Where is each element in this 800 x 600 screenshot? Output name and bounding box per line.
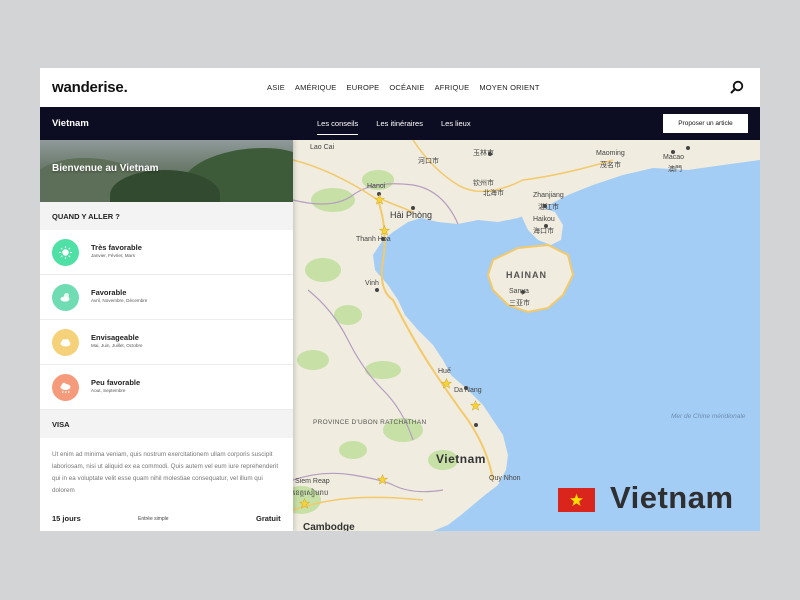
cloud-icon	[52, 329, 79, 356]
season-item: Peu favorable Aout, Septembre	[40, 365, 293, 410]
nav-item-moyen-orient[interactable]: MOYEN ORIENT	[479, 83, 539, 92]
favorite-star-icon[interactable]	[299, 498, 310, 509]
nav-item-afrique[interactable]: AFRIQUE	[435, 83, 470, 92]
main-nav: ASIE AMÉRIQUE EUROPE OCÉANIE AFRIQUE MOY…	[267, 83, 540, 92]
tab-lieux[interactable]: Les lieux	[441, 119, 471, 132]
tab-itineraires[interactable]: Les itinéraires	[376, 119, 423, 132]
season-name: Très favorable	[91, 243, 142, 252]
map-label-maoming-cn: 茂名市	[600, 162, 621, 169]
nav-item-oceanie[interactable]: OCÉANIE	[389, 83, 424, 92]
map-label-cambodia: Cambodge	[303, 522, 355, 531]
map-label-haikou: Haikou	[533, 216, 555, 223]
season-name: Peu favorable	[91, 378, 141, 387]
visa-title: VISA	[52, 420, 70, 429]
country-name-overlay: Vietnam	[610, 480, 734, 515]
map-label-maoming: Maoming	[596, 150, 625, 157]
map-label-yulin: 玉林市	[473, 150, 494, 157]
propose-article-button[interactable]: Proposer un article	[663, 114, 748, 133]
rain-cloud-icon	[52, 374, 79, 401]
season-item: Favorable Avril, Novembre, Décembre	[40, 275, 293, 320]
season-name: Favorable	[91, 288, 127, 297]
map-label-hanoi: Hanoi	[367, 183, 386, 190]
nav-item-europe[interactable]: EUROPE	[347, 83, 380, 92]
vietnam-flag-icon	[558, 488, 595, 512]
season-name: Envisageable	[91, 333, 139, 342]
visa-header: VISA	[40, 410, 293, 438]
season-months: Janvier, Février, Mars	[91, 253, 135, 258]
map-label-haikou-cn: 海口市	[533, 228, 554, 235]
map-label-da-nang: Da Nang	[454, 387, 482, 394]
map-view[interactable]: Lao Cai 河口市 玉林市 Maoming 茂名市 Macao 澳門 Han…	[293, 140, 760, 531]
map-label-siem-reap: Siem Reap	[295, 478, 330, 485]
season-months: Mai, Juin, Juillet, Octobre	[91, 343, 143, 348]
favorite-star-icon[interactable]	[377, 474, 388, 485]
season-months: Avril, Novembre, Décembre	[91, 298, 148, 303]
map-label-siem-reap-km: ខេត្តសៀមរាប	[293, 490, 329, 497]
visa-price: Gratuit	[256, 514, 281, 523]
map-label-macao-cn: 澳門	[668, 166, 682, 173]
nav-item-amerique[interactable]: AMÉRIQUE	[295, 83, 337, 92]
visa-duration: 15 jours	[52, 514, 81, 523]
favorite-star-icon[interactable]	[441, 378, 452, 389]
when-to-go-header: QUAND Y ALLER ?	[40, 202, 293, 230]
info-panel[interactable]: Bienvenue au Vietnam QUAND Y ALLER ? Trè…	[40, 140, 293, 531]
country-subnav: Vietnam Les conseils Les itinéraires Les…	[40, 107, 760, 140]
visa-description: Ut enim ad minima veniam, quis nostrum e…	[52, 451, 279, 494]
map-label-qinzhou: 钦州市	[473, 180, 494, 187]
season-months: Aout, Septembre	[91, 388, 126, 393]
map-label-quy-nhon: Quy Nhon	[489, 475, 521, 482]
map-label-hue: Huế	[438, 368, 451, 375]
top-header: wanderise. ASIE AMÉRIQUE EUROPE OCÉANIE …	[40, 68, 760, 107]
hero-caption: Bienvenue au Vietnam	[52, 163, 159, 174]
map-canvas	[293, 140, 760, 531]
map-label-zhanjiang-cn: 湛江市	[538, 204, 559, 211]
map-label-province-ubon: PROVINCE D'UBON RATCHATHAN	[313, 419, 427, 426]
map-label-thanh-hoa: Thanh Hoa	[356, 236, 391, 243]
site-logo[interactable]: wanderise.	[52, 79, 128, 96]
season-item: Envisageable Mai, Juin, Juillet, Octobre	[40, 320, 293, 365]
season-item: Très favorable Janvier, Février, Mars	[40, 230, 293, 275]
browser-page: wanderise. ASIE AMÉRIQUE EUROPE OCÉANIE …	[40, 68, 760, 531]
map-label-zhanjiang: Zhanjiang	[533, 192, 564, 199]
favorite-star-icon[interactable]	[374, 194, 385, 205]
hero-banner: Bienvenue au Vietnam	[40, 140, 293, 202]
sun-cloud-icon	[52, 284, 79, 311]
search-icon[interactable]	[730, 80, 744, 94]
map-label-vinh: Vinh	[365, 280, 379, 287]
map-label-macao: Macao	[663, 154, 685, 161]
tab-conseils[interactable]: Les conseils	[317, 119, 359, 135]
visa-entry: Entrée simple	[138, 516, 169, 522]
map-label-beihai: 北海市	[483, 190, 504, 197]
map-label-sanya-cn: 三亚市	[509, 300, 530, 307]
map-label-hekou: 河口市	[418, 158, 439, 165]
map-label-hainan: HAINAN	[506, 270, 547, 280]
when-to-go-title: QUAND Y ALLER ?	[52, 212, 120, 221]
country-tabs: Les conseils Les itinéraires Les lieux	[317, 119, 471, 135]
map-label-lao-cai: Lao Cai	[310, 144, 335, 151]
favorite-star-icon[interactable]	[470, 400, 481, 411]
map-label-south-china-sea: Mer de Chine méridionale	[671, 413, 746, 420]
map-label-sanya: Sanya	[509, 288, 529, 295]
map-label-vietnam: Vietnam	[436, 452, 486, 466]
sun-icon	[52, 239, 79, 266]
map-label-hai-phong: Hải Phòng	[390, 210, 433, 220]
visa-summary: 15 jours Entrée simple Gratuit	[40, 514, 293, 528]
country-title: Vietnam	[52, 118, 89, 129]
favorite-star-icon[interactable]	[379, 225, 390, 236]
nav-item-asie[interactable]: ASIE	[267, 83, 285, 92]
